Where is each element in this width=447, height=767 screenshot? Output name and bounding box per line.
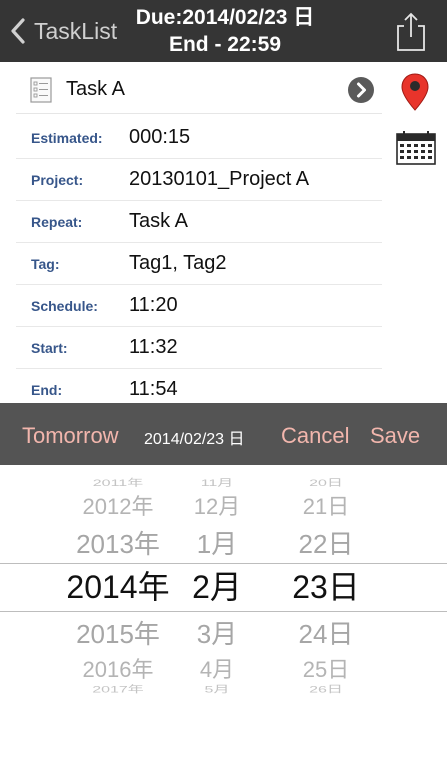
picker-day-item: 22日: [298, 529, 354, 559]
repeat-label: Repeat:: [31, 214, 83, 230]
year-wheel[interactable]: 2011年 2012年 2013年 2014年 2015年 2016年 2017…: [60, 465, 176, 715]
task-header-row[interactable]: Task A: [16, 66, 382, 114]
estimated-row[interactable]: Estimated: 000:15: [16, 117, 382, 159]
picker-month-item: 5月: [204, 684, 230, 695]
schedule-label: Schedule:: [31, 298, 98, 314]
start-label: Start:: [31, 340, 68, 356]
tag-value: Tag1, Tag2: [129, 252, 227, 274]
chevron-right-circle-icon: [357, 82, 366, 98]
picker-year-item: 2016年: [82, 657, 154, 682]
project-label: Project:: [31, 172, 84, 188]
save-button[interactable]: Save: [370, 423, 420, 449]
cancel-button[interactable]: Cancel: [281, 423, 349, 449]
picker-year-item: 2011年: [92, 478, 144, 489]
page-title: Due:2014/02/23 日 End - 22:59: [130, 4, 320, 58]
picker-toolbar: Tomorrow 2014/02/23 日 Cancel Save: [0, 403, 447, 465]
picker-year-selected: 2014年: [66, 569, 170, 605]
map-pin-icon[interactable]: [400, 72, 430, 112]
picker-day-selected: 23日: [292, 569, 360, 605]
calendar-icon[interactable]: [396, 131, 436, 165]
checklist-icon: [30, 76, 52, 103]
date-picker: 2011年 2012年 2013年 2014年 2015年 2016年 2017…: [0, 465, 447, 715]
start-value: 11:32: [129, 336, 178, 358]
picker-month-item: 4月: [199, 657, 235, 682]
picker-month-item: 12月: [193, 494, 241, 519]
end-value: 11:54: [129, 378, 178, 400]
picker-day-item: 24日: [298, 619, 354, 649]
end-label: End:: [31, 382, 63, 398]
month-wheel[interactable]: 11月 12月 1月 2月 3月 4月 5月: [180, 465, 254, 715]
picker-month-item: 11月: [200, 478, 234, 489]
tag-label: Tag:: [31, 256, 60, 272]
back-button[interactable]: TaskList: [10, 14, 117, 48]
picker-year-item: 2013年: [76, 529, 160, 559]
picker-year-item: 2017年: [92, 684, 144, 695]
repeat-row[interactable]: Repeat: Task A: [16, 201, 382, 243]
task-detail-button[interactable]: [348, 77, 374, 103]
day-wheel[interactable]: 20日 21日 22日 23日 24日 25日 26日: [286, 465, 366, 715]
picker-day-item: 25日: [302, 657, 350, 682]
due-date-title: Due:2014/02/23 日: [135, 6, 315, 29]
start-row[interactable]: Start: 11:32: [16, 327, 382, 369]
task-name: Task A: [66, 78, 125, 100]
picker-year-item: 2012年: [82, 494, 154, 519]
back-button-label: TaskList: [34, 17, 118, 44]
project-value: 20130101_Project A: [129, 168, 310, 190]
navigation-bar: TaskList Due:2014/02/23 日 End - 22:59: [0, 0, 447, 62]
repeat-value: Task A: [129, 210, 188, 232]
project-row[interactable]: Project: 20130101_Project A: [16, 159, 382, 201]
picker-year-item: 2015年: [76, 619, 160, 649]
picker-day-item: 26日: [309, 684, 343, 695]
picker-month-selected: 2月: [192, 569, 242, 605]
picker-month-item: 1月: [196, 529, 238, 559]
picker-month-item: 3月: [196, 619, 238, 649]
end-time-title: End - 22:59: [168, 33, 282, 56]
schedule-value: 11:20: [129, 294, 178, 316]
schedule-row[interactable]: Schedule: 11:20: [16, 285, 382, 327]
estimated-label: Estimated:: [31, 130, 103, 146]
tomorrow-button[interactable]: Tomorrow: [22, 423, 119, 449]
picker-day-item: 20日: [309, 478, 343, 489]
selected-date-label: 2014/02/23 日: [144, 431, 245, 448]
tag-row[interactable]: Tag: Tag1, Tag2: [16, 243, 382, 285]
back-chevron-icon: [11, 18, 25, 44]
estimated-value: 000:15: [129, 126, 191, 148]
share-icon[interactable]: [394, 10, 428, 52]
picker-day-item: 21日: [302, 494, 350, 519]
